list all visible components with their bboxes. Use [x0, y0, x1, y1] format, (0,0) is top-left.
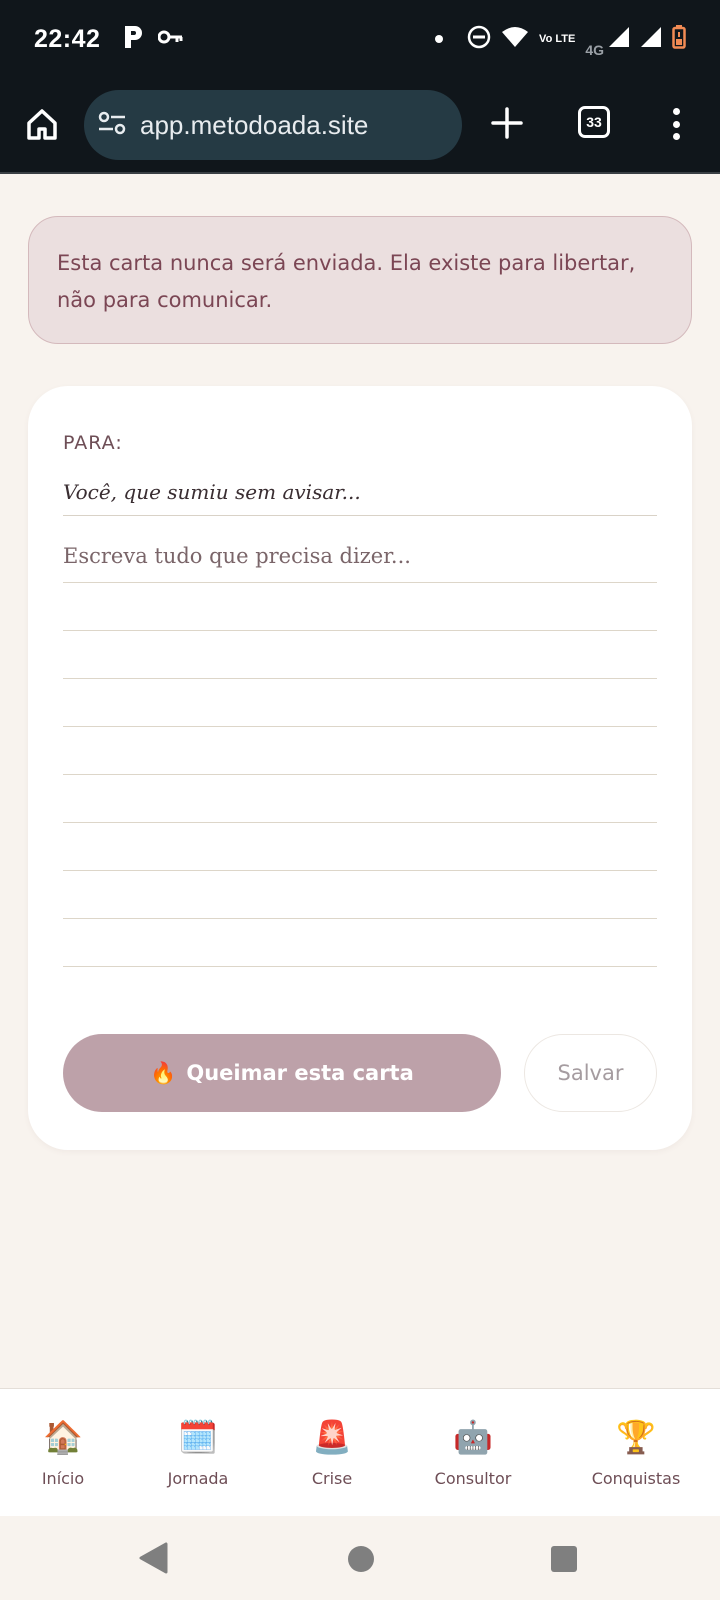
letter-body-textarea[interactable]: [63, 534, 657, 974]
home-circle-icon[interactable]: [348, 1546, 374, 1572]
recipient-input[interactable]: [63, 468, 657, 516]
signal-icon: [608, 26, 630, 52]
calendar-icon: 🗓️: [178, 1418, 218, 1456]
dnd-icon: [467, 25, 491, 53]
nav-item-jornada[interactable]: 🗓️ Jornada: [128, 1417, 268, 1488]
recent-apps-icon[interactable]: [551, 1546, 577, 1572]
save-button[interactable]: Salvar: [524, 1034, 657, 1112]
url-text[interactable]: app.metodoada.site: [140, 110, 368, 141]
notification-dot-icon: [435, 35, 444, 43]
info-note: Esta carta nunca será enviada. Ela exist…: [28, 216, 692, 344]
bottom-nav: 🏠 Início 🗓️ Jornada 🚨 Crise 🤖 Consultor …: [0, 1388, 720, 1516]
status-bar: 22:42 Vo LTE 4G: [0, 0, 720, 78]
letter-body-area: [63, 534, 657, 974]
address-bar[interactable]: app.metodoada.site: [84, 90, 462, 160]
trophy-icon: 🏆: [616, 1418, 656, 1456]
burn-letter-button[interactable]: 🔥 Queimar esta carta: [63, 1034, 501, 1112]
nav-item-crise[interactable]: 🚨 Crise: [262, 1417, 402, 1488]
nav-item-inicio[interactable]: 🏠 Início: [0, 1417, 133, 1488]
site-settings-icon[interactable]: [98, 111, 126, 139]
letter-card: PARA: 🔥 Queimar esta carta Salvar: [28, 386, 692, 1150]
burn-letter-label: Queimar esta carta: [186, 1061, 414, 1085]
to-label: PARA:: [63, 432, 123, 454]
status-right-icons: Vo LTE 4G: [435, 20, 686, 58]
nav-label: Início: [41, 1469, 85, 1488]
nav-label: Conquistas: [591, 1469, 681, 1488]
status-time: 22:42: [34, 24, 101, 53]
signal-icon: [640, 26, 662, 52]
siren-icon: 🚨: [312, 1418, 352, 1456]
fire-icon: 🔥: [150, 1060, 177, 1085]
status-left-icons: [122, 24, 184, 54]
wifi-icon: [501, 26, 529, 52]
key-icon: [157, 29, 184, 49]
home-icon[interactable]: [24, 106, 60, 142]
nav-item-conquistas[interactable]: 🏆 Conquistas: [566, 1417, 706, 1488]
battery-low-icon: [672, 25, 686, 53]
system-nav-bar: [0, 1516, 720, 1600]
nav-label: Consultor: [434, 1469, 512, 1488]
house-icon: 🏠: [43, 1418, 83, 1456]
nav-label: Crise: [311, 1469, 353, 1488]
back-icon[interactable]: [138, 1542, 168, 1574]
nav-item-consultor[interactable]: 🤖 Consultor: [403, 1417, 543, 1488]
more-menu-icon[interactable]: [670, 108, 682, 140]
nav-label: Jornada: [167, 1469, 229, 1488]
browser-toolbar: app.metodoada.site 33: [0, 78, 720, 174]
robot-icon: 🤖: [453, 1418, 493, 1456]
new-tab-plus-icon[interactable]: [490, 106, 524, 140]
volte-icon: Vo LTE: [539, 32, 576, 45]
network-type: 4G: [585, 42, 604, 58]
p-app-icon: [122, 24, 144, 54]
tabs-count-button[interactable]: 33: [578, 106, 610, 138]
